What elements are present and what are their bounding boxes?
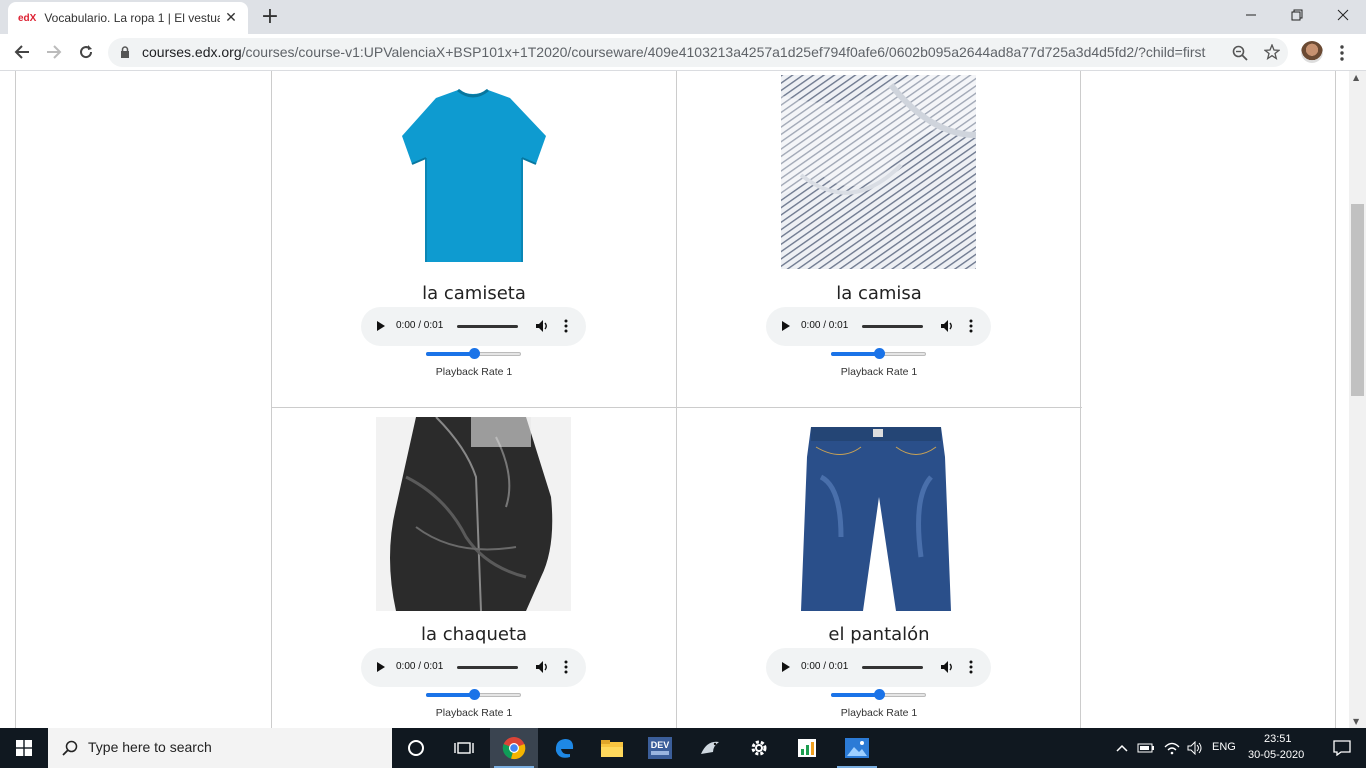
cortana-icon[interactable] [392,728,440,768]
playback-rate-label: Playback Rate 1 [435,366,513,378]
vocab-card-camisa: la camisa 0:00 / 0:01 Playback Rate 1 [677,71,1081,403]
scroll-up-icon[interactable]: ▲ [1353,73,1359,82]
audio-player[interactable]: 0:00 / 0:01 [766,648,991,687]
browser-toolbar: courses.edx.org/courses/course-v1:UPVale… [0,34,1366,71]
volume-tray-icon[interactable] [1183,728,1207,768]
battery-icon[interactable] [1134,728,1158,768]
task-view-icon[interactable] [440,728,488,768]
audio-player[interactable]: 0:00 / 0:01 [361,307,586,346]
audio-progress[interactable] [862,325,923,328]
windows-start-icon[interactable] [0,728,48,768]
photos-app-icon[interactable] [833,728,881,768]
leather-jacket-image [376,417,571,611]
vocab-card-pantalon: el pantalón 0:00 / 0:01 Playback Rate 1 [677,408,1081,728]
content-frame-right [1335,71,1336,728]
jeans-image [781,417,976,611]
forward-icon[interactable] [41,39,67,65]
audio-progress[interactable] [457,666,518,669]
search-icon [62,740,78,756]
minimize-icon[interactable] [1228,0,1274,30]
audio-time: 0:00 / 0:01 [801,320,849,331]
page-scrollbar[interactable]: ▲ ▼ [1349,71,1366,728]
zoom-icon[interactable] [1232,45,1248,61]
windows-taskbar: Type here to search DEV ENG 23:51 30-05-… [0,728,1366,768]
url-text: courses.edx.org/courses/course-v1:UPVale… [142,44,1206,60]
audio-progress[interactable] [862,666,923,669]
vocab-card-camiseta: la camiseta 0:00 / 0:01 Playback Rate 1 [272,71,676,403]
playback-rate-slider[interactable] [831,689,926,700]
search-placeholder: Type here to search [88,739,212,755]
play-icon[interactable] [377,321,385,331]
audio-progress[interactable] [457,325,518,328]
back-icon[interactable] [9,39,35,65]
page-content: la camiseta 0:00 / 0:01 Playback Rate 1 [0,71,1366,728]
dev-app-icon[interactable]: DEV [636,728,684,768]
vocab-word: la chaqueta [420,624,528,645]
vocab-card-chaqueta: la chaqueta 0:00 / 0:01 Playback Rate 1 [272,408,676,728]
tab-strip: edX Vocabulario. La ropa 1 | El vestua ✕… [0,0,1366,34]
spreadsheet-app-icon[interactable] [783,728,831,768]
close-window-icon[interactable] [1320,0,1366,30]
audio-player[interactable]: 0:00 / 0:01 [766,307,991,346]
volume-icon[interactable] [535,660,549,674]
chrome-icon[interactable] [490,728,538,768]
playback-rate-slider[interactable] [831,348,926,359]
volume-icon[interactable] [940,319,954,333]
vocab-word: la camiseta [422,283,526,304]
play-icon[interactable] [377,662,385,672]
audio-player[interactable]: 0:00 / 0:01 [361,648,586,687]
vocab-word: el pantalón [828,624,930,645]
browser-tab[interactable]: edX Vocabulario. La ropa 1 | El vestua ✕ [8,2,248,34]
new-tab-icon[interactable]: + [258,5,282,29]
playback-rate-slider[interactable] [426,348,521,359]
restore-icon[interactable] [1274,0,1320,30]
playback-rate-label: Playback Rate 1 [840,366,918,378]
scroll-down-icon[interactable]: ▼ [1353,717,1359,726]
scrollbar-thumb[interactable] [1351,204,1364,396]
close-tab-icon[interactable]: ✕ [222,9,240,27]
striped-shirt-image [781,75,976,269]
volume-icon[interactable] [535,319,549,333]
audio-menu-icon[interactable] [969,660,973,674]
audio-time: 0:00 / 0:01 [801,661,849,672]
language-indicator[interactable]: ENG [1212,741,1236,753]
play-icon[interactable] [782,662,790,672]
svg-text:DEV: DEV [651,740,670,750]
show-hidden-icons-icon[interactable] [1112,728,1132,768]
file-explorer-icon[interactable] [588,728,636,768]
audio-time: 0:00 / 0:01 [396,661,444,672]
tshirt-image [376,76,571,270]
vocabulary-grid: la camiseta 0:00 / 0:01 Playback Rate 1 [271,71,1082,728]
address-bar[interactable]: courses.edx.org/courses/course-v1:UPVale… [108,38,1288,67]
wifi-icon[interactable] [1160,728,1184,768]
lock-icon [121,46,129,58]
browser-menu-icon[interactable] [1340,45,1344,61]
playback-rate-label: Playback Rate 1 [840,707,918,719]
playback-rate-slider[interactable] [426,689,521,700]
app-bird-icon[interactable] [686,728,734,768]
volume-icon[interactable] [940,660,954,674]
profile-avatar[interactable] [1301,41,1323,63]
reload-icon[interactable] [73,39,99,65]
content-frame-left [15,71,16,728]
audio-time: 0:00 / 0:01 [396,320,444,331]
tab-title: Vocabulario. La ropa 1 | El vestua [44,11,221,25]
audio-menu-icon[interactable] [564,319,568,333]
settings-gear-icon[interactable] [735,728,783,768]
audio-menu-icon[interactable] [969,319,973,333]
vocab-word: la camisa [836,283,922,304]
edge-icon[interactable] [540,728,588,768]
bookmark-star-icon[interactable] [1264,44,1280,60]
play-icon[interactable] [782,321,790,331]
notifications-icon[interactable] [1318,728,1366,768]
edx-favicon-icon: edX [18,12,37,24]
clock-time[interactable]: 23:51 [1264,733,1292,745]
taskbar-search-box[interactable]: Type here to search [48,728,392,768]
audio-menu-icon[interactable] [564,660,568,674]
playback-rate-label: Playback Rate 1 [435,707,513,719]
clock-date[interactable]: 30-05-2020 [1248,749,1304,761]
